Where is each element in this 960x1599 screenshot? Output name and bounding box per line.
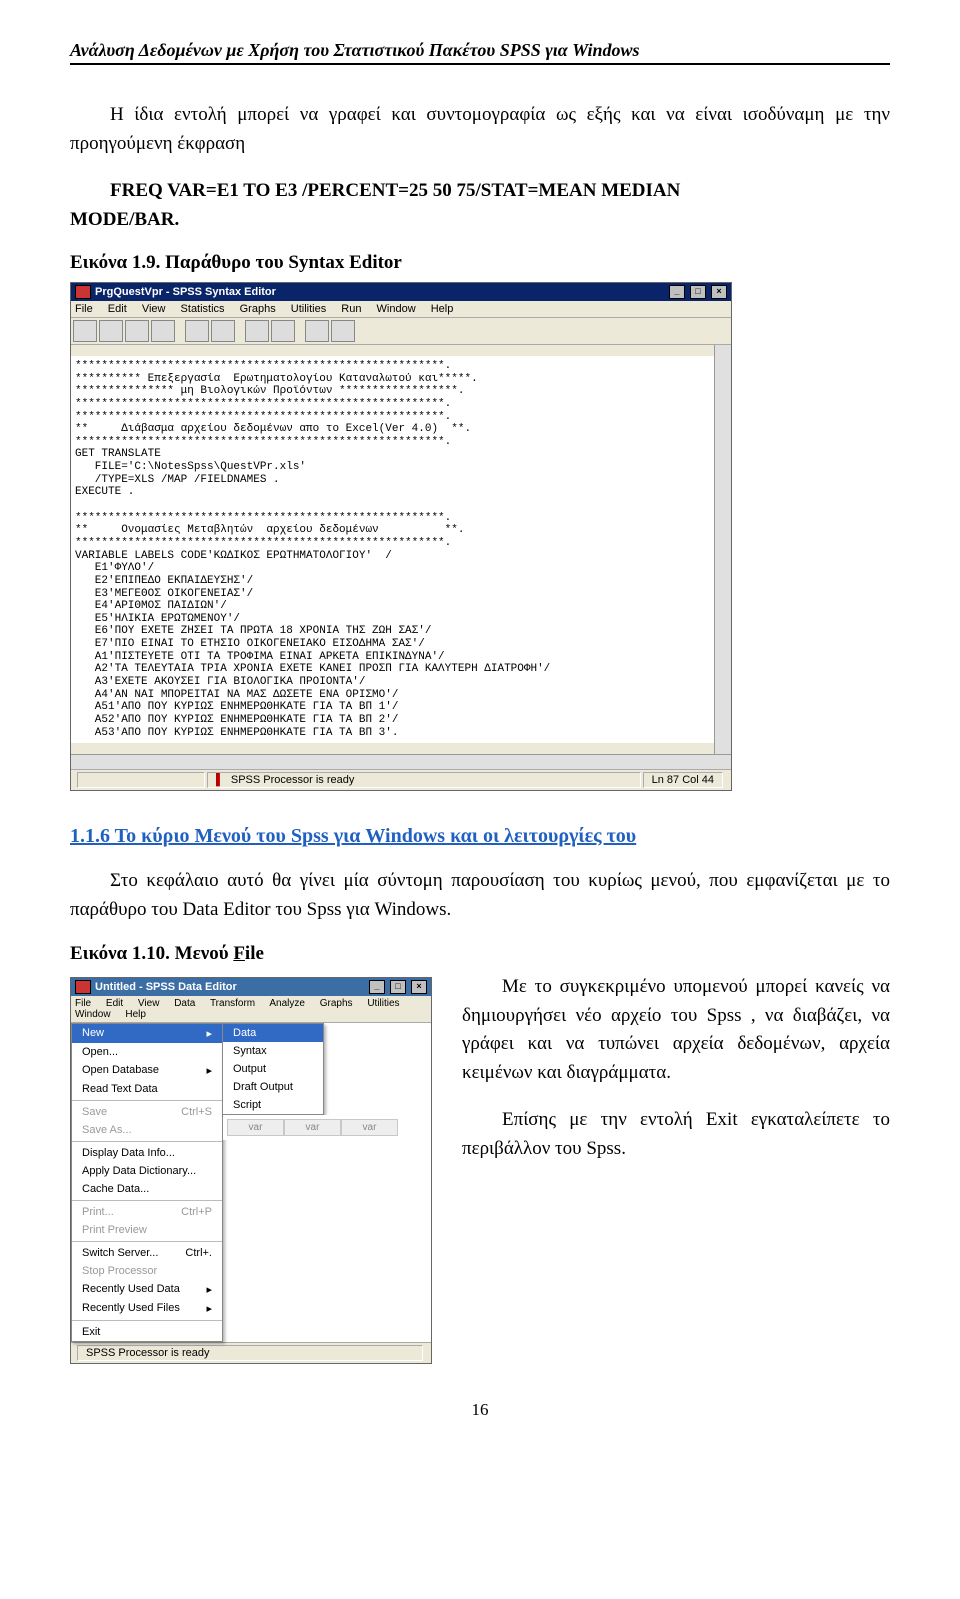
code-line-1: FREQ VAR=E1 TO E3 /PERCENT=25 50 75/STAT… xyxy=(70,177,890,206)
menu-bar[interactable]: File Edit View Data Transform Analyze Gr… xyxy=(71,996,431,1023)
app-icon xyxy=(75,980,91,994)
toolbar-button[interactable] xyxy=(271,320,295,342)
paragraph-section: Στο κεφάλαιο αυτό θα γίνει μία σύντομη π… xyxy=(70,867,890,924)
menu-utilities[interactable]: Utilities xyxy=(291,303,326,315)
menu-window[interactable]: Window xyxy=(75,1009,111,1020)
vertical-scrollbar[interactable] xyxy=(714,345,731,754)
toolbar-button[interactable] xyxy=(211,320,235,342)
data-editor-window: Untitled - SPSS Data Editor _ □ × File E… xyxy=(70,977,432,1364)
minimize-button[interactable]: _ xyxy=(669,285,685,299)
toolbar-button[interactable] xyxy=(331,320,355,342)
menu-window[interactable]: Window xyxy=(377,303,416,315)
column-header[interactable]: var xyxy=(227,1119,284,1136)
menu-transform[interactable]: Transform xyxy=(210,998,255,1009)
status-text: SPSS Processor is ready xyxy=(86,1347,210,1359)
window-controls[interactable]: _ □ × xyxy=(667,285,727,299)
close-button[interactable]: × xyxy=(411,980,427,994)
status-bar: SPSS Processor is ready xyxy=(71,1342,431,1363)
section-title: 1.1.6 Το κύριο Μενού του Spss για Window… xyxy=(70,825,890,848)
column-header[interactable]: var xyxy=(284,1119,341,1136)
toolbar-button[interactable] xyxy=(245,320,269,342)
submenu-item[interactable]: Script xyxy=(223,1096,323,1114)
menu-graphs[interactable]: Graphs xyxy=(320,998,353,1009)
menu-item: Print...Ctrl+P xyxy=(72,1203,222,1221)
menu-item[interactable]: Read Text Data xyxy=(72,1080,222,1098)
menu-file[interactable]: File xyxy=(75,998,91,1009)
menu-item[interactable]: Open... xyxy=(72,1043,222,1061)
maximize-button[interactable]: □ xyxy=(390,980,406,994)
menu-item[interactable]: Apply Data Dictionary... xyxy=(72,1162,222,1180)
title-bar[interactable]: PrgQuestVpr - SPSS Syntax Editor _ □ × xyxy=(71,283,731,301)
close-button[interactable]: × xyxy=(711,285,727,299)
page-header: Ανάλυση Δεδομένων με Χρήση του Στατιστικ… xyxy=(70,40,890,65)
column-header[interactable]: var xyxy=(341,1119,398,1136)
menu-item[interactable]: Recently Used Files▸ xyxy=(72,1299,222,1318)
menu-bar[interactable]: File Edit View Statistics Graphs Utiliti… xyxy=(71,301,731,318)
toolbar[interactable] xyxy=(71,318,731,345)
menu-item[interactable]: Cache Data... xyxy=(72,1180,222,1198)
status-text: SPSS Processor is ready xyxy=(231,774,355,786)
code-line-2: MODE/BAR. xyxy=(70,206,890,235)
menu-edit[interactable]: Edit xyxy=(106,998,123,1009)
window-title: Untitled - SPSS Data Editor xyxy=(95,981,237,993)
figure-caption-2: Εικόνα 1.10. Μενού File xyxy=(70,943,890,965)
paragraph-intro: Η ίδια εντολή μπορεί να γραφεί και συντο… xyxy=(70,101,890,158)
syntax-editor-window: PrgQuestVpr - SPSS Syntax Editor _ □ × F… xyxy=(70,282,732,791)
title-bar[interactable]: Untitled - SPSS Data Editor _ □ × xyxy=(71,978,431,996)
submenu-item[interactable]: Syntax xyxy=(223,1042,323,1060)
menu-file[interactable]: File xyxy=(75,303,93,315)
menu-item[interactable]: Open Database▸ xyxy=(72,1061,222,1080)
file-menu-popup[interactable]: New▸Open...Open Database▸Read Text Data S… xyxy=(71,1023,223,1342)
window-title: PrgQuestVpr - SPSS Syntax Editor xyxy=(95,286,276,298)
paragraph-file-menu-2: Επίσης με την εντολή Exit εγκαταλείπετε … xyxy=(462,1106,890,1163)
menu-view[interactable]: View xyxy=(142,303,166,315)
menu-graphs[interactable]: Graphs xyxy=(240,303,276,315)
menu-run[interactable]: Run xyxy=(341,303,361,315)
page-number: 16 xyxy=(70,1400,890,1420)
submenu-item[interactable]: Draft Output xyxy=(223,1078,323,1096)
paragraph-file-menu-1: Με το συγκεκριμένο υπομενού μπορεί κανεί… xyxy=(462,973,890,1087)
toolbar-button[interactable] xyxy=(305,320,329,342)
menu-item[interactable]: Display Data Info... xyxy=(72,1144,222,1162)
figure-caption-1: Εικόνα 1.9. Παράθυρο του Syntax Editor xyxy=(70,252,890,274)
toolbar-button[interactable] xyxy=(185,320,209,342)
menu-item[interactable]: Exit xyxy=(72,1323,222,1341)
menu-utilities[interactable]: Utilities xyxy=(367,998,399,1009)
horizontal-scrollbar[interactable] xyxy=(71,754,731,769)
toolbar-button[interactable] xyxy=(151,320,175,342)
menu-analyze[interactable]: Analyze xyxy=(269,998,305,1009)
toolbar-button[interactable] xyxy=(99,320,123,342)
menu-view[interactable]: View xyxy=(138,998,160,1009)
menu-item: SaveCtrl+S xyxy=(72,1103,222,1121)
menu-item[interactable]: Recently Used Data▸ xyxy=(72,1280,222,1299)
menu-item[interactable]: Switch Server...Ctrl+. xyxy=(72,1244,222,1262)
new-submenu[interactable]: DataSyntaxOutputDraft OutputScript xyxy=(222,1023,324,1115)
processor-icon: ▌ xyxy=(216,774,224,786)
menu-edit[interactable]: Edit xyxy=(108,303,127,315)
toolbar-button[interactable] xyxy=(125,320,149,342)
window-controls[interactable]: _ □ × xyxy=(367,980,427,994)
app-icon xyxy=(75,285,91,299)
menu-data[interactable]: Data xyxy=(174,998,195,1009)
submenu-item[interactable]: Data xyxy=(223,1024,323,1042)
toolbar-button[interactable] xyxy=(73,320,97,342)
menu-help[interactable]: Help xyxy=(431,303,454,315)
menu-item: Stop Processor xyxy=(72,1262,222,1280)
status-pos: Ln 87 Col 44 xyxy=(643,772,723,788)
menu-statistics[interactable]: Statistics xyxy=(181,303,225,315)
data-grid[interactable]: var var var xyxy=(223,1115,402,1140)
maximize-button[interactable]: □ xyxy=(690,285,706,299)
submenu-item[interactable]: Output xyxy=(223,1060,323,1078)
menu-item[interactable]: New▸ xyxy=(72,1024,222,1043)
menu-item: Print Preview xyxy=(72,1221,222,1239)
status-bar: ▌ SPSS Processor is ready Ln 87 Col 44 xyxy=(71,769,731,790)
minimize-button[interactable]: _ xyxy=(369,980,385,994)
menu-help[interactable]: Help xyxy=(125,1009,146,1020)
menu-item: Save As... xyxy=(72,1121,222,1139)
syntax-text-area[interactable]: ****************************************… xyxy=(71,356,714,743)
